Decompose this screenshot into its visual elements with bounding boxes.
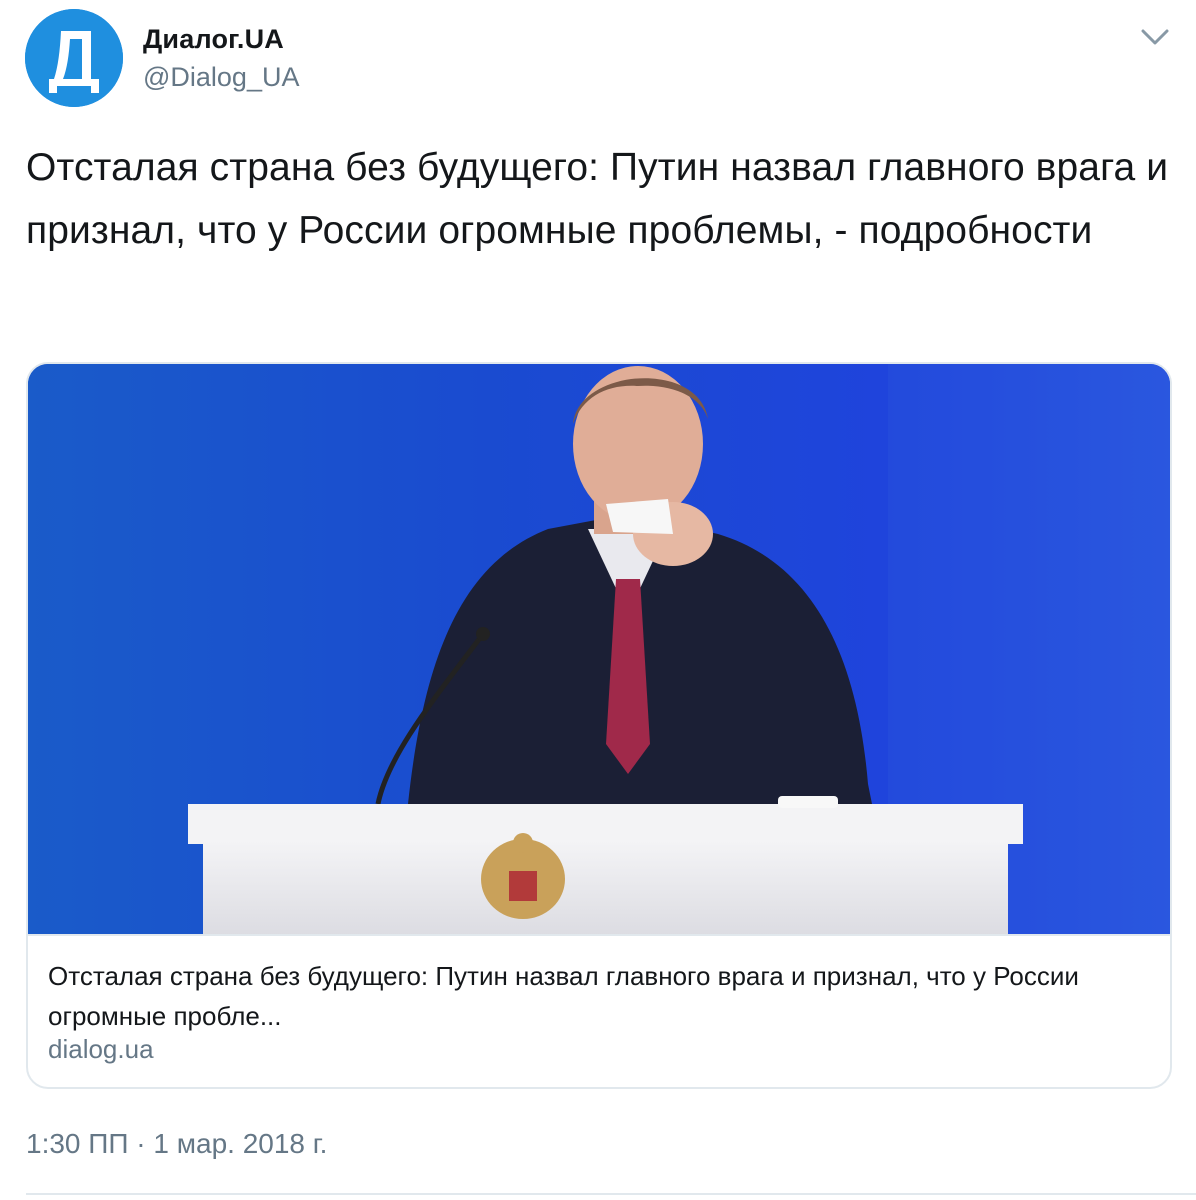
timestamp[interactable]: 1:30 ПП · 1 мар. 2018 г.	[26, 1128, 327, 1160]
chevron-down-icon[interactable]	[1140, 26, 1170, 48]
avatar-logo	[25, 9, 123, 107]
card-title[interactable]: Отсталая страна без будущего: Путин назв…	[48, 956, 1148, 1036]
divider	[26, 1193, 1196, 1195]
card-photo	[28, 364, 1170, 936]
card-divider	[28, 934, 1170, 936]
card-image[interactable]	[28, 364, 1170, 936]
tweet-text: Отсталая страна без будущего: Путин назв…	[26, 146, 1169, 252]
tweet: Диалог.UA @Dialog_UA Отсталая страна без…	[0, 0, 1196, 1200]
avatar[interactable]	[25, 9, 123, 107]
card-domain[interactable]: dialog.ua	[48, 1034, 154, 1065]
display-name[interactable]: Диалог.UA	[143, 24, 284, 55]
user-handle[interactable]: @Dialog_UA	[143, 62, 299, 93]
link-card[interactable]: Отсталая страна без будущего: Путин назв…	[26, 362, 1172, 1089]
